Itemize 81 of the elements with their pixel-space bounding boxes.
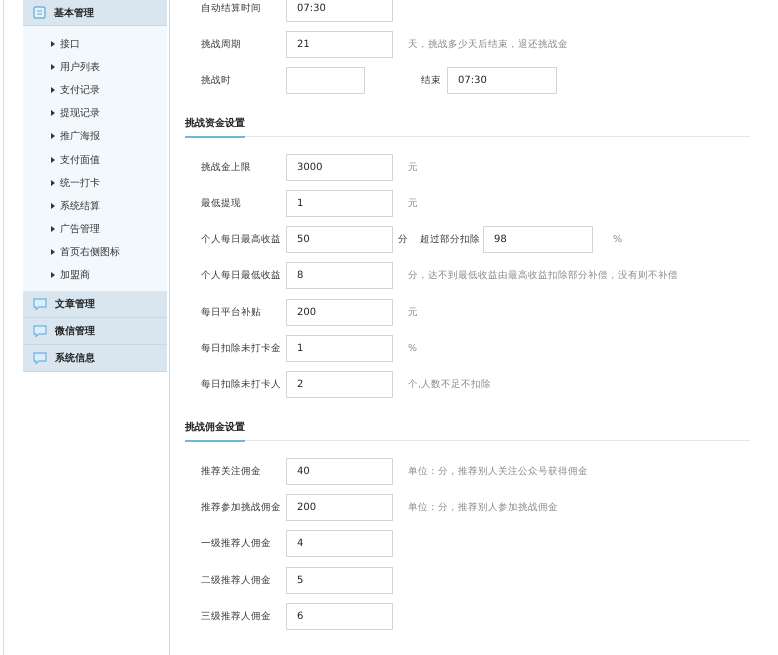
field-label: 结束 bbox=[421, 74, 441, 88]
field-label: 一级推荐人佣金 bbox=[201, 537, 272, 550]
sidebar-item[interactable]: 支付记录 bbox=[23, 78, 167, 102]
input-field[interactable]: 98 bbox=[483, 226, 593, 254]
hint-text: 分，达不到最低收益由最高收益扣除部分补偿，没有则不补偿 bbox=[408, 269, 678, 282]
hint-text: % bbox=[613, 234, 622, 246]
field-label: 个人每日最低收益 bbox=[201, 269, 282, 282]
hint-text: 单位：分，推荐别人关注公众号获得佣金 bbox=[408, 464, 588, 478]
sidebar-group[interactable]: 文章管理 bbox=[23, 291, 167, 318]
field-label: 挑战金上限 bbox=[201, 160, 252, 174]
field-label: 每日平台补贴 bbox=[201, 306, 262, 319]
field-label: 每日扣除未打卡金 bbox=[201, 342, 282, 356]
group-label: 系统信息 bbox=[55, 352, 95, 366]
input-field[interactable]: 200 bbox=[286, 298, 393, 326]
input-field[interactable]: 40 bbox=[286, 458, 393, 485]
field-label: 挑战周期 bbox=[201, 38, 242, 51]
sidebar-group[interactable]: 系统信息 bbox=[23, 345, 167, 372]
document-icon bbox=[33, 6, 46, 19]
field-label: 最低提现 bbox=[201, 196, 242, 210]
sidebar-item[interactable]: 统一打卡 bbox=[23, 171, 167, 194]
caret-icon bbox=[51, 133, 55, 140]
chat-icon bbox=[33, 298, 47, 310]
sidebar-item[interactable]: 系统结算 bbox=[23, 194, 167, 218]
sidebar-group[interactable]: 基本管理 bbox=[23, 0, 167, 26]
hint-text: % bbox=[408, 343, 418, 354]
input-field[interactable]: 07:30 bbox=[447, 67, 557, 94]
input-field[interactable]: 8 bbox=[286, 262, 393, 290]
group-label: 基本管理 bbox=[54, 6, 94, 20]
field-label: 二级推荐人佣金 bbox=[201, 574, 272, 586]
unit-text: 分 bbox=[398, 233, 408, 246]
field-label: 个人每日最高收益 bbox=[201, 233, 282, 246]
input-field[interactable]: 200 bbox=[286, 494, 393, 521]
caret-icon bbox=[51, 86, 55, 93]
caret-icon bbox=[51, 40, 55, 47]
sidebar-item[interactable]: 支付面值 bbox=[23, 148, 167, 172]
input-field[interactable]: 21 bbox=[286, 30, 393, 58]
caret-icon bbox=[51, 202, 55, 209]
input-field[interactable] bbox=[286, 67, 365, 94]
hint-text: 元 bbox=[408, 160, 418, 174]
chat-icon bbox=[33, 352, 47, 364]
group-label: 文章管理 bbox=[55, 297, 95, 312]
sidebar-item[interactable]: 用户列表 bbox=[23, 55, 167, 78]
caret-icon bbox=[51, 156, 55, 163]
sidebar-item[interactable]: 提现记录 bbox=[23, 102, 167, 125]
hint-text: 元 bbox=[408, 306, 418, 319]
sidebar-item[interactable]: 推广海报 bbox=[23, 124, 167, 148]
sidebar-item[interactable]: 加盟商 bbox=[23, 264, 167, 288]
sidebar-item[interactable]: 广告管理 bbox=[23, 218, 167, 241]
input-field[interactable]: 3000 bbox=[286, 154, 393, 181]
field-label: 推荐关注佣金 bbox=[201, 464, 262, 478]
input-field[interactable]: 6 bbox=[286, 602, 393, 630]
field-label: 推荐参加挑战佣金 bbox=[201, 500, 282, 514]
caret-icon bbox=[51, 110, 55, 116]
input-field[interactable]: 1 bbox=[286, 335, 393, 362]
sidebar-item[interactable]: 首页右侧图标 bbox=[23, 240, 167, 264]
chat-icon bbox=[33, 325, 47, 338]
caret-icon bbox=[51, 249, 55, 256]
input-field[interactable]: 4 bbox=[286, 530, 393, 558]
hint-text: 天，挑战多少天后结束，退还挑战金 bbox=[408, 38, 568, 51]
group-label: 微信管理 bbox=[55, 324, 95, 338]
sidebar-item[interactable]: 接口 bbox=[23, 32, 167, 56]
caret-icon bbox=[51, 226, 55, 232]
caret-icon bbox=[51, 180, 55, 186]
field-label: 自动结算时间 bbox=[201, 2, 262, 15]
caret-icon bbox=[51, 272, 55, 278]
hint-text: 个,人数不足不扣除 bbox=[408, 378, 492, 392]
field-label: 超过部分扣除 bbox=[420, 233, 480, 246]
field-label: 挑战时 bbox=[201, 74, 232, 88]
section-title: 挑战资金设置 bbox=[185, 106, 245, 138]
input-field[interactable]: 5 bbox=[286, 566, 393, 594]
section-title: 挑战佣金设置 bbox=[185, 410, 245, 442]
input-field[interactable]: 2 bbox=[286, 371, 393, 398]
input-field[interactable]: 07:30 bbox=[286, 0, 393, 22]
hint-text: 单位：分，推荐别人参加挑战佣金 bbox=[408, 500, 558, 514]
field-label: 三级推荐人佣金 bbox=[201, 610, 272, 623]
input-field[interactable]: 50 bbox=[286, 226, 393, 254]
caret-icon bbox=[51, 64, 55, 70]
field-label: 每日扣除未打卡人 bbox=[201, 378, 282, 392]
sidebar-group[interactable]: 微信管理 bbox=[23, 318, 167, 346]
hint-text: 元 bbox=[408, 196, 418, 210]
input-field[interactable]: 1 bbox=[286, 190, 393, 217]
